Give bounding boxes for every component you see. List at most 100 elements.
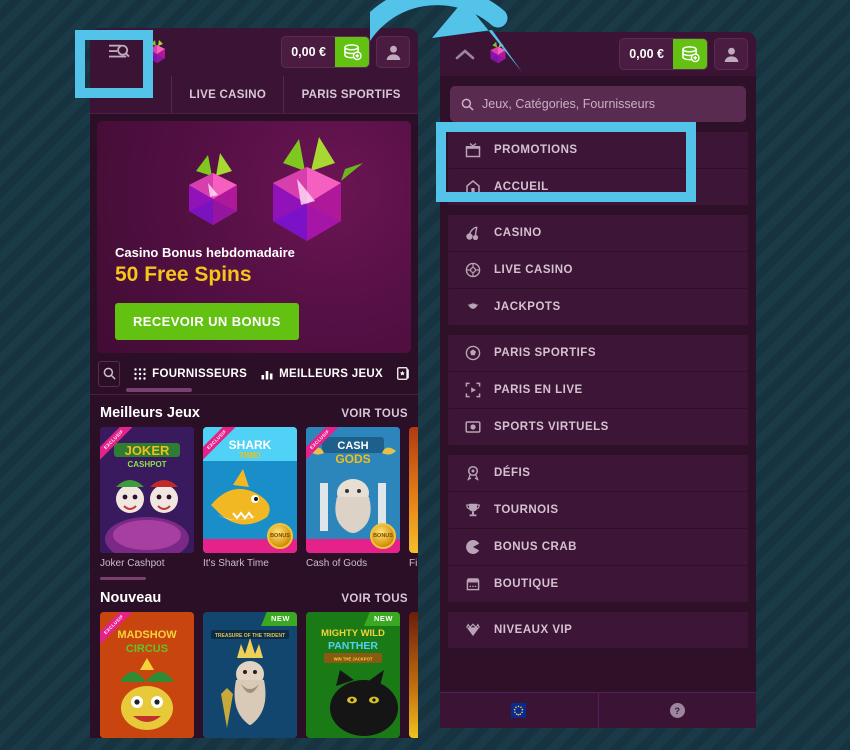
section-title: Nouveau	[100, 590, 162, 606]
balance-amount: 0,00 €	[291, 45, 326, 59]
berry-logo[interactable]	[484, 39, 514, 69]
chevron-up-icon	[455, 49, 475, 60]
menu-item-label: BOUTIQUE	[494, 578, 559, 590]
game-row-nouveau: MADSHOW CIRCUS EXCLUSIF Madshow Circus	[90, 612, 418, 738]
berry-logo-icon	[490, 41, 506, 64]
menu-search-input[interactable]: Jeux, Catégories, Fournisseurs	[450, 86, 746, 122]
filter-fournisseurs[interactable]: FOURNISSEURS	[134, 368, 247, 380]
help-button[interactable]: ?	[597, 693, 757, 728]
see-all-link[interactable]: VOIR TOUS	[341, 408, 408, 420]
menu-search-placeholder: Jeux, Catégories, Fournisseurs	[482, 97, 655, 111]
paris-sportifs-menu-item[interactable]: PARIS SPORTIFS	[448, 335, 748, 371]
shop-icon	[464, 575, 482, 593]
bonus-badge-icon: BONUS	[267, 523, 293, 549]
balance-amount: 0,00 €	[629, 47, 664, 61]
menu-bottom-bar: ?	[440, 692, 756, 728]
game-art-treasure-of-the-trident: TREASURE OF THE TRIDENT	[203, 612, 297, 738]
game-thumbnail: MIGHTY WILD PANTHER WIN THE JACKPOT NEW	[306, 612, 400, 738]
nav-tab-live-casino[interactable]: LIVE CASINO	[172, 76, 285, 113]
see-all-link[interactable]: VOIR TOUS	[341, 593, 408, 605]
filter-fournisseurs-label: FOURNISSEURS	[152, 367, 248, 380]
tournois-menu-item[interactable]: TOURNOIS	[448, 492, 748, 528]
new-badge: NEW	[364, 612, 400, 626]
jackpots-menu-item[interactable]: JACKPOTS	[448, 289, 748, 325]
svg-text:CASH: CASH	[337, 440, 368, 452]
section-title: Meilleurs Jeux	[100, 405, 200, 421]
casino-menu-item[interactable]: CASINO	[448, 215, 748, 251]
grid-dots-icon	[134, 367, 146, 380]
left-app-screen: 0,00 € CASINO LIVE CASINO PARIS SPORTIFS…	[90, 28, 418, 738]
menu-item-label: LIVE CASINO	[494, 264, 573, 276]
niveaux-vip-menu-item[interactable]: NIVEAUX VIP	[448, 612, 748, 648]
balance-deposit-group[interactable]: 0,00 €	[281, 36, 370, 68]
games-search-button[interactable]	[98, 360, 121, 387]
svg-text:MIGHTY WILD: MIGHTY WILD	[321, 628, 385, 639]
receive-bonus-button[interactable]: RECEVOIR UN BONUS	[115, 303, 299, 340]
menu-item-label: DÉFIS	[494, 467, 531, 479]
filter-extra[interactable]	[397, 367, 410, 380]
banner-text-block: Casino Bonus hebdomadaire 50 Free Spins	[115, 245, 295, 287]
profile-button[interactable]	[714, 38, 748, 70]
profile-button[interactable]	[376, 36, 410, 68]
game-thumbnail	[409, 612, 418, 738]
search-icon	[103, 367, 116, 380]
game-art-mighty-wild-panther: MIGHTY WILD PANTHER WIN THE JACKPOT	[306, 612, 400, 738]
vip-diamond-icon	[464, 621, 482, 639]
svg-text:JOKER: JOKER	[125, 443, 170, 458]
game-title: Fi	[409, 558, 418, 569]
game-title: It's Shark Time	[203, 558, 269, 569]
coins-plus-icon	[681, 45, 700, 62]
paris-en-live-menu-item[interactable]: PARIS EN LIVE	[448, 372, 748, 408]
game-tile[interactable]: TREASURE OF THE TRIDENT NEW Treasure of …	[203, 612, 297, 738]
roulette-icon	[464, 261, 482, 279]
eu-flag-icon	[511, 703, 527, 718]
defis-menu-item[interactable]: DÉFIS	[448, 455, 748, 491]
nav-tab-paris-sportifs[interactable]: PARIS SPORTIFS	[284, 76, 418, 113]
pacman-icon	[464, 538, 482, 556]
menu-group-casino: CASINO LIVE CASINO JACKPOTS	[440, 215, 756, 325]
section-header-nouveau: Nouveau VOIR TOUS	[90, 580, 418, 612]
game-tile[interactable]	[409, 612, 418, 738]
language-selector[interactable]	[440, 693, 598, 728]
live-casino-menu-item[interactable]: LIVE CASINO	[448, 252, 748, 288]
menu-item-label: BONUS CRAB	[494, 541, 577, 553]
game-tile[interactable]: JOKER CASHPOT EXCLUSIF Joker Cashpot	[100, 427, 194, 569]
sports-virtuels-menu-item[interactable]: SPORTS VIRTUELS	[448, 409, 748, 445]
menu-item-label: CASINO	[494, 227, 542, 239]
highlight-box-menu-search	[75, 30, 153, 98]
svg-text:GODS: GODS	[335, 452, 370, 466]
svg-text:CASHPOT: CASHPOT	[127, 460, 166, 469]
deposit-button[interactable]	[673, 39, 707, 69]
game-tile[interactable]: MADSHOW CIRCUS EXCLUSIF Madshow Circus	[100, 612, 194, 738]
bonus-crab-menu-item[interactable]: BONUS CRAB	[448, 529, 748, 565]
game-thumbnail: TREASURE OF THE TRIDENT NEW	[203, 612, 297, 738]
deposit-button[interactable]	[335, 37, 369, 67]
slot-cherry-icon	[464, 224, 482, 242]
medal-icon	[464, 464, 482, 482]
trophy-icon	[464, 501, 482, 519]
collapse-menu-button[interactable]	[448, 37, 482, 71]
game-tile[interactable]: CASH GODS EXCLUSIF BONUS Cash of Gods	[306, 427, 400, 569]
live-play-icon	[464, 381, 482, 399]
game-tile[interactable]: MIGHTY WILD PANTHER WIN THE JACKPOT NEW …	[306, 612, 400, 738]
game-thumbnail	[409, 427, 418, 553]
right-header-actions: 0,00 €	[619, 38, 748, 70]
berry-decoration-small	[170, 149, 256, 235]
svg-text:CIRCUS: CIRCUS	[126, 643, 168, 655]
section-header-meilleurs-jeux: Meilleurs Jeux VOIR TOUS	[90, 395, 418, 427]
game-thumbnail: JOKER CASHPOT EXCLUSIF	[100, 427, 194, 553]
game-thumbnail: SHARK TIME! EXCLUSIF BONUS	[203, 427, 297, 553]
filter-meilleurs-jeux[interactable]: MEILLEURS JEUX	[261, 368, 383, 380]
game-tile[interactable]: SHARK TIME! EXCLUSIF BONUS It's Shark Ti…	[203, 427, 297, 569]
football-icon	[464, 344, 482, 362]
balance-deposit-group[interactable]: 0,00 €	[619, 38, 708, 70]
promo-banner[interactable]: Casino Bonus hebdomadaire 50 Free Spins …	[97, 121, 411, 353]
svg-text:WIN THE JACKPOT: WIN THE JACKPOT	[334, 657, 373, 662]
menu-item-label: PARIS SPORTIFS	[494, 347, 596, 359]
banner-title: 50 Free Spins	[115, 263, 252, 286]
monitor-icon	[464, 418, 482, 436]
user-avatar-icon	[724, 47, 738, 62]
boutique-menu-item[interactable]: BOUTIQUE	[448, 566, 748, 602]
berry-decoration-large	[245, 133, 369, 257]
game-tile[interactable]: Fi	[409, 427, 418, 569]
